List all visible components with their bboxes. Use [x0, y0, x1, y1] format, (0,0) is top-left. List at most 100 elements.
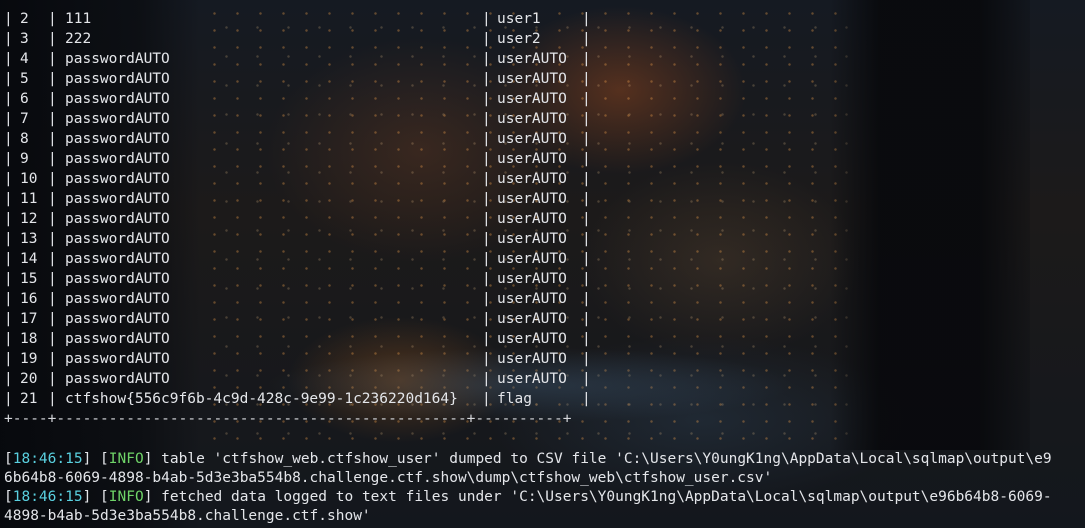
log-level: INFO — [108, 489, 144, 505]
table-border: | — [482, 371, 491, 387]
cell-password: passwordAUTO — [65, 371, 170, 387]
table-border: | — [48, 91, 57, 107]
table-border: | — [48, 191, 57, 207]
cell-username: userAUTO — [497, 351, 567, 367]
cell-username: userAUTO — [497, 271, 567, 287]
cell-username: userAUTO — [497, 131, 567, 147]
table-border: | — [582, 391, 591, 407]
table-border: | — [4, 191, 13, 207]
table-border: | — [482, 91, 491, 107]
table-border: | — [582, 211, 591, 227]
table-border: | — [4, 151, 13, 167]
table-border: | — [482, 391, 491, 407]
table-border: | — [4, 391, 13, 407]
table-border: | — [482, 171, 491, 187]
cell-username: userAUTO — [497, 311, 567, 327]
table-border: | — [582, 151, 591, 167]
cell-id: 15 — [20, 271, 38, 287]
table-border: | — [48, 331, 57, 347]
table-border: | — [4, 31, 13, 47]
log-message: fetched data logged to text files under … — [152, 489, 1052, 505]
cell-username: userAUTO — [497, 191, 567, 207]
table-border: | — [4, 311, 13, 327]
cell-password: passwordAUTO — [65, 331, 170, 347]
table-border: | — [482, 291, 491, 307]
cell-id: 5 — [20, 71, 29, 87]
cell-username: userAUTO — [497, 291, 567, 307]
table-border: | — [48, 371, 57, 387]
table-border: | — [482, 191, 491, 207]
cell-password: passwordAUTO — [65, 151, 170, 167]
cell-id: 20 — [20, 371, 38, 387]
table-border: | — [4, 211, 13, 227]
cell-username: userAUTO — [497, 51, 567, 67]
cell-username: userAUTO — [497, 371, 567, 387]
table-border: | — [582, 171, 591, 187]
cell-id: 18 — [20, 331, 38, 347]
table-bottom-border: +----+----------------------------------… — [4, 411, 572, 427]
table-border: | — [4, 131, 13, 147]
cell-username: user2 — [497, 31, 541, 47]
table-border: | — [4, 111, 13, 127]
cell-password: passwordAUTO — [65, 191, 170, 207]
table-border: | — [48, 51, 57, 67]
table-border: | — [48, 171, 57, 187]
table-border: | — [48, 111, 57, 127]
cell-username: userAUTO — [497, 111, 567, 127]
table-border: | — [582, 11, 591, 27]
cell-id: 12 — [20, 211, 38, 227]
cell-username: userAUTO — [497, 171, 567, 187]
table-border: | — [582, 351, 591, 367]
cell-password: passwordAUTO — [65, 71, 170, 87]
cell-id: 11 — [20, 191, 38, 207]
log-message: table 'ctfshow_web.ctfshow_user' dumped … — [152, 451, 1052, 467]
cell-password: passwordAUTO — [65, 131, 170, 147]
cell-password: passwordAUTO — [65, 231, 170, 247]
cell-password: passwordAUTO — [65, 51, 170, 67]
cell-username: flag — [497, 391, 532, 407]
table-border: | — [582, 371, 591, 387]
table-border: | — [48, 391, 57, 407]
table-border: | — [582, 311, 591, 327]
table-border: | — [48, 291, 57, 307]
table-border: | — [48, 211, 57, 227]
table-border: | — [4, 251, 13, 267]
table-border: | — [48, 231, 57, 247]
cell-password: passwordAUTO — [65, 271, 170, 287]
log-level: INFO — [108, 451, 144, 467]
table-border: | — [48, 11, 57, 27]
cell-id: 4 — [20, 51, 29, 67]
table-border: | — [482, 231, 491, 247]
table-border: | — [4, 171, 13, 187]
table-border: | — [482, 31, 491, 47]
table-border: | — [582, 51, 591, 67]
cell-password: ctfshow{556c9f6b-4c9d-428c-9e99-1c236220… — [65, 391, 458, 407]
log-timestamp: 18:46:15 — [12, 451, 83, 467]
cell-username: userAUTO — [497, 331, 567, 347]
cell-username: user1 — [497, 11, 541, 27]
log-line-continued: 4898-b4ab-5d3e3ba554b8.challenge.ctf.sho… — [4, 508, 371, 524]
cell-password: passwordAUTO — [65, 291, 170, 307]
table-border: | — [482, 111, 491, 127]
table-border: | — [48, 311, 57, 327]
cell-id: 19 — [20, 351, 38, 367]
terminal-window[interactable]: | 2 | 111 | user1 | | 3 | 222 | user2 | | 4 | passwordAUT… — [0, 0, 1085, 528]
cell-username: userAUTO — [497, 231, 567, 247]
table-border: | — [482, 311, 491, 327]
table-border: | — [482, 11, 491, 27]
cell-id: 21 — [20, 391, 38, 407]
table-border: | — [482, 211, 491, 227]
log-line: [18:46:15] [INFO] table 'ctfshow_web.ctf… — [4, 451, 1052, 467]
table-border: | — [582, 291, 591, 307]
table-border: | — [482, 51, 491, 67]
table-border: | — [582, 271, 591, 287]
cell-password: passwordAUTO — [65, 311, 170, 327]
cell-id: 7 — [20, 111, 29, 127]
cell-id: 14 — [20, 251, 38, 267]
table-border: | — [48, 31, 57, 47]
table-border: | — [582, 31, 591, 47]
table-border: | — [4, 371, 13, 387]
table-border: | — [582, 191, 591, 207]
table-border: | — [48, 351, 57, 367]
cell-id: 10 — [20, 171, 38, 187]
